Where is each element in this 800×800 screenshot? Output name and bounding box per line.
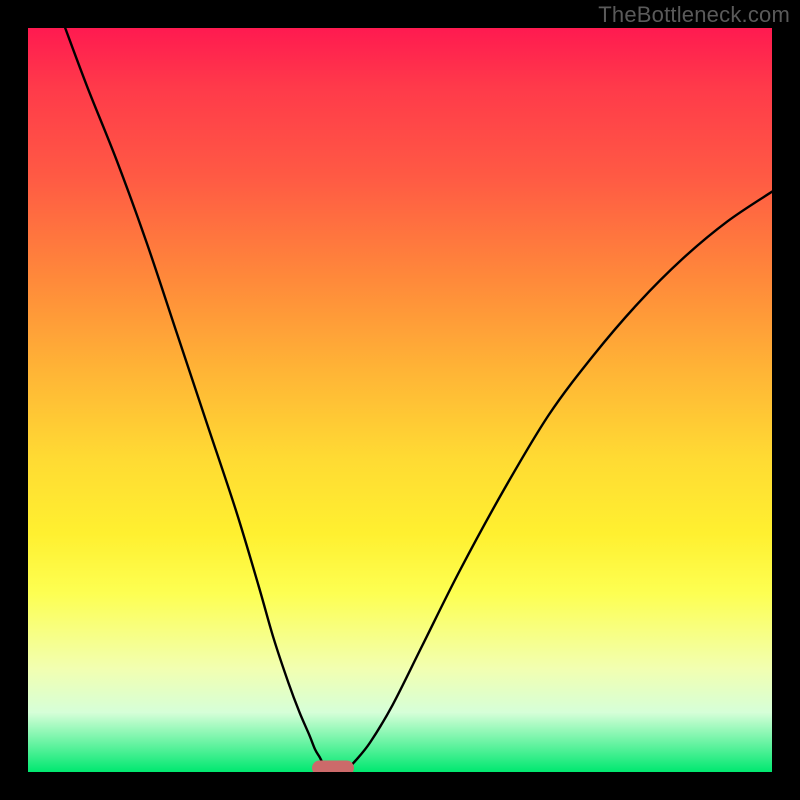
- curve-right-branch: [348, 192, 772, 769]
- curve-left-branch: [65, 28, 325, 768]
- plot-area: [28, 28, 772, 772]
- bottleneck-curve: [28, 28, 772, 772]
- watermark-text: TheBottleneck.com: [598, 2, 790, 28]
- chart-frame: TheBottleneck.com: [0, 0, 800, 800]
- minimum-marker: [312, 761, 354, 772]
